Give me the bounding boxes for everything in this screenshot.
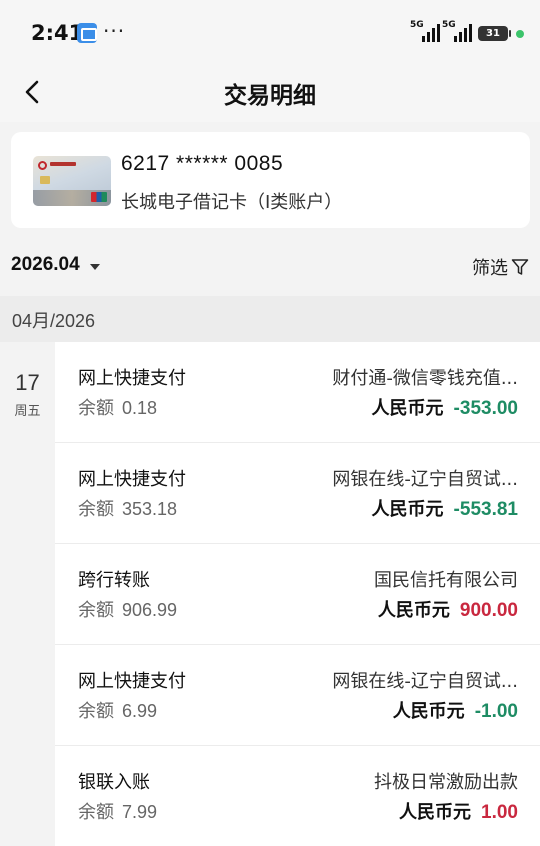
battery-level: 31 [486,28,500,39]
network-type-label: 5G [442,20,456,30]
bank-card-image [33,156,111,206]
network-type-label: 5G [410,20,424,30]
amount-value: -553.81 [453,499,518,520]
balance-text: 余额 7.99 [78,798,157,824]
balance-value: 906.99 [122,600,178,620]
unionpay-logo-icon [91,192,107,202]
transaction-type: 网上快捷支付 [78,368,186,389]
filter-button[interactable]: 筛选 [472,254,508,280]
currency-label: 人民币元 [399,802,472,823]
transaction-row[interactable]: 网上快捷支付 余额 0.18 财付通-微信零钱充值... 人民币元 -353.00 [55,342,540,443]
transaction-type: 银联入账 [78,772,150,793]
counterparty: 财付通-微信零钱充值... [332,368,518,389]
more-notifications-icon: ··· [103,19,126,43]
balance-value: 0.18 [122,398,158,418]
amount-text: 人民币元 -553.81 [372,495,518,521]
transaction-list: 网上快捷支付 余额 0.18 财付通-微信零钱充值... 人民币元 -353.00 … [55,342,540,846]
date-weekday: 周五 [14,404,41,419]
status-time: 2:41 [31,21,84,45]
amount-value: 900.00 [459,600,518,621]
transaction-row[interactable]: 银联入账 余额 7.99 抖极日常激励出款 人民币元 1.00 [55,746,540,846]
balance-text: 余额 6.99 [78,697,157,723]
counterparty: 抖极日常激励出款 [374,772,518,793]
bank-logo-icon [38,161,47,170]
caret-down-icon[interactable] [90,264,100,270]
month-section-header: 04月/2026 [0,296,540,342]
date-column: 17 周五 [0,342,55,846]
status-bar: 2:41 ··· 5G 5G 31 [0,0,540,62]
balance-label: 余额 [78,802,114,823]
page-title: 交易明细 [224,83,316,109]
balance-label: 余额 [78,499,114,520]
funnel-icon[interactable] [511,258,529,276]
transaction-row[interactable]: 跨行转账 余额 906.99 国民信托有限公司 人民币元 900.00 [55,544,540,645]
month-selector[interactable]: 2026.04 [11,254,80,276]
balance-value: 7.99 [122,802,158,822]
card-type: 长城电子借记卡（I类账户） [121,192,343,213]
balance-text: 余额 353.18 [78,495,177,521]
amount-value: 1.00 [481,802,518,823]
balance-label: 余额 [78,701,114,722]
balance-text: 余额 0.18 [78,394,157,420]
currency-label: 人民币元 [371,499,444,520]
filter-row: 2026.04 筛选 [0,244,540,290]
transaction-type: 网上快捷支付 [78,671,186,692]
card-number: 6217 ****** 0085 [121,152,284,175]
amount-text: 人民币元 -1.00 [393,697,518,723]
transaction-type: 跨行转账 [78,570,150,591]
transaction-type: 网上快捷支付 [78,469,186,490]
amount-value: -353.00 [453,398,518,419]
balance-label: 余额 [78,600,114,621]
amount-text: 人民币元 1.00 [399,798,518,824]
signal-icon: 5G [410,20,442,42]
balance-value: 353.18 [122,499,178,519]
counterparty: 网银在线-辽宁自贸试... [332,469,518,490]
amount-text: 人民币元 900.00 [378,596,518,622]
card-chip-icon [40,176,50,184]
counterparty: 网银在线-辽宁自贸试... [332,671,518,692]
currency-label: 人民币元 [392,701,465,722]
navigation-bar: 交易明细 [0,62,540,122]
account-card[interactable]: 6217 ****** 0085 长城电子借记卡（I类账户） [11,132,530,228]
transaction-row[interactable]: 网上快捷支付 余额 6.99 网银在线-辽宁自贸试... 人民币元 -1.00 [55,645,540,746]
date-day: 17 [15,370,40,395]
battery-icon: 31 [478,26,511,41]
amount-text: 人民币元 -353.00 [372,394,518,420]
currency-label: 人民币元 [371,398,444,419]
transaction-row[interactable]: 网上快捷支付 余额 353.18 网银在线-辽宁自贸试... 人民币元 -553.8… [55,443,540,544]
counterparty: 国民信托有限公司 [374,570,518,591]
balance-label: 余额 [78,398,114,419]
balance-text: 余额 906.99 [78,596,177,622]
signal-icon: 5G [442,20,474,42]
privacy-indicator-icon [516,30,524,38]
app-notification-icon [77,23,97,43]
amount-value: -1.00 [474,701,518,722]
section-label: 04月/2026 [12,311,96,331]
balance-value: 6.99 [122,701,158,721]
currency-label: 人民币元 [377,600,450,621]
